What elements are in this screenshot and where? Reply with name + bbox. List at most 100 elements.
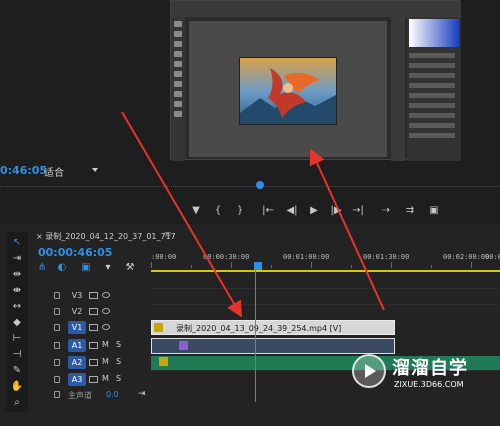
lock-icon[interactable]	[54, 376, 60, 383]
transport-controls: ▼ { } |← ◀| ▶ |▶ →| ⇢ ⇉ ▣	[188, 204, 448, 218]
razor-tool-icon[interactable]: ◆	[10, 316, 24, 329]
eye-icon[interactable]	[102, 324, 110, 330]
lock-icon[interactable]	[54, 324, 60, 331]
frame-menubar	[171, 1, 461, 17]
overwrite-button[interactable]: ⇉	[402, 204, 418, 218]
work-area-bar[interactable]	[151, 270, 500, 272]
frame-panel-row	[409, 93, 455, 98]
track-name[interactable]: V2	[68, 305, 86, 318]
track-select-tool-icon[interactable]: ⇥	[10, 252, 24, 265]
mark-in-button[interactable]: {	[210, 204, 226, 218]
track-name[interactable]: A1	[68, 339, 86, 352]
lock-icon[interactable]	[54, 292, 60, 299]
frame-panel-row	[409, 113, 455, 118]
step-forward-button[interactable]: |▶	[328, 204, 344, 218]
mute-button[interactable]: M	[102, 357, 109, 366]
sync-lock-icon[interactable]	[89, 324, 98, 331]
watermark-url: ZIXUE.3D66.COM	[394, 380, 464, 389]
ripple-edit-tool-icon[interactable]: ⇹	[10, 268, 24, 281]
step-back-button[interactable]: ◀|	[284, 204, 300, 218]
track-header-v2: V2	[32, 304, 151, 320]
tools-panel: ↖ ⇥ ⇹ ⇼ ↔ ◆ ⊢ ⊣ ✎ ✋ ⌕	[6, 232, 28, 412]
monitor-scrub-bar[interactable]	[0, 186, 500, 187]
slip-tool-icon[interactable]: ⊢	[10, 332, 24, 345]
track-name[interactable]: V1	[68, 321, 86, 334]
go-to-end-icon[interactable]: ⇥	[138, 389, 146, 399]
snap-icon[interactable]: ⋔	[36, 262, 48, 274]
solo-button[interactable]: S	[116, 357, 121, 366]
video-clip[interactable]: 录制_2020_04_13_09_24_39_254.mp4 [V]	[151, 320, 395, 335]
selection-tool-icon[interactable]: ↖	[10, 236, 24, 249]
ruler-label: 00:02:00:00	[443, 253, 490, 261]
rolling-edit-tool-icon[interactable]: ⇼	[10, 284, 24, 297]
mark-out-button[interactable]: }	[232, 204, 248, 218]
marker-icon[interactable]: ▾	[102, 262, 114, 274]
linked-selection-icon[interactable]: ◐	[56, 262, 68, 274]
export-frame-button[interactable]: ▣	[426, 204, 442, 218]
zoom-fit-dropdown[interactable]: 适合	[44, 164, 100, 179]
frame-panel-row	[409, 103, 455, 108]
zoom-tool-icon[interactable]: ⌕	[10, 396, 24, 409]
eye-icon[interactable]	[102, 292, 110, 298]
monitor-timecode[interactable]: 0:46:05	[0, 164, 47, 177]
watermark-title: 溜溜自学	[392, 358, 468, 379]
track-header-v3: V3	[32, 288, 151, 304]
ruler-label: 00:02:30	[485, 253, 500, 261]
wrench-icon[interactable]: ⚒	[124, 262, 136, 274]
go-to-in-button[interactable]: |←	[260, 204, 276, 218]
slide-tool-icon[interactable]: ⊣	[10, 348, 24, 361]
play-button[interactable]: ▶	[306, 204, 322, 218]
track-name[interactable]: V3	[68, 289, 86, 302]
track-header-v1: V1	[32, 320, 151, 336]
lock-icon[interactable]	[54, 342, 60, 349]
zoom-fit-label: 适合	[44, 168, 64, 179]
sync-lock-icon[interactable]	[89, 342, 98, 349]
solo-button[interactable]: S	[116, 374, 121, 383]
hand-tool-icon[interactable]: ✋	[10, 380, 24, 393]
mute-button[interactable]: M	[102, 374, 109, 383]
lock-icon[interactable]	[54, 359, 60, 366]
track-name[interactable]: A3	[68, 373, 86, 386]
master-label: 主声道	[68, 391, 92, 400]
sync-lock-icon[interactable]	[89, 292, 98, 299]
sync-lock-icon[interactable]	[89, 376, 98, 383]
track-header-a3: A3 M S	[32, 372, 151, 388]
eye-icon[interactable]	[102, 308, 110, 314]
track-header-a1: A1 M S	[32, 338, 151, 354]
sequence-tab[interactable]: × 录制_2020_04_12_20_37_01_717	[36, 231, 176, 242]
go-to-out-button[interactable]: →|	[350, 204, 366, 218]
sync-lock-icon[interactable]	[89, 308, 98, 315]
chevron-down-icon	[92, 168, 98, 172]
frame-panel-row	[409, 73, 455, 78]
lock-icon[interactable]	[54, 391, 60, 398]
track-header-a2: A2 M S	[32, 355, 151, 371]
sequence-tab-label: 录制_2020_04_12_20_37_01_717	[45, 232, 176, 241]
ruler-label: 00:01:00:00	[283, 253, 330, 261]
add-marker-button[interactable]: ▼	[188, 204, 204, 218]
add-marker-icon[interactable]: ▣	[80, 262, 92, 274]
track-lane-v3[interactable]	[151, 288, 500, 304]
pen-tool-icon[interactable]: ✎	[10, 364, 24, 377]
timeline-timecode[interactable]: 00:00:46:05	[38, 246, 112, 259]
panel-menu-icon[interactable]: ≡	[164, 230, 172, 240]
track-name[interactable]: A2	[68, 356, 86, 369]
frame-color-swatch	[409, 19, 459, 47]
master-volume[interactable]: 0.0	[106, 390, 119, 399]
fx-badge-icon	[179, 341, 188, 350]
ruler-label: 00:01:30:00	[363, 253, 410, 261]
rate-stretch-tool-icon[interactable]: ↔	[10, 300, 24, 313]
frame-side-strip	[391, 17, 405, 161]
frame-panel-row	[409, 83, 455, 88]
lock-icon[interactable]	[54, 308, 60, 315]
timeline-playhead-line[interactable]	[255, 266, 256, 402]
solo-button[interactable]: S	[116, 340, 121, 349]
frame-panel-row	[409, 53, 455, 58]
sync-lock-icon[interactable]	[89, 359, 98, 366]
program-monitor: 0:46:05 适合 ▼ { } |← ◀| ▶ |▶ →| ⇢ ⇉ ▣	[0, 0, 500, 224]
monitor-playhead[interactable]	[256, 181, 264, 189]
master-track: 主声道 0.0 ⇥	[32, 388, 151, 402]
track-lane-v2[interactable]	[151, 304, 500, 320]
mute-button[interactable]: M	[102, 340, 109, 349]
frame-toolbox	[171, 17, 185, 161]
insert-button[interactable]: ⇢	[378, 204, 394, 218]
